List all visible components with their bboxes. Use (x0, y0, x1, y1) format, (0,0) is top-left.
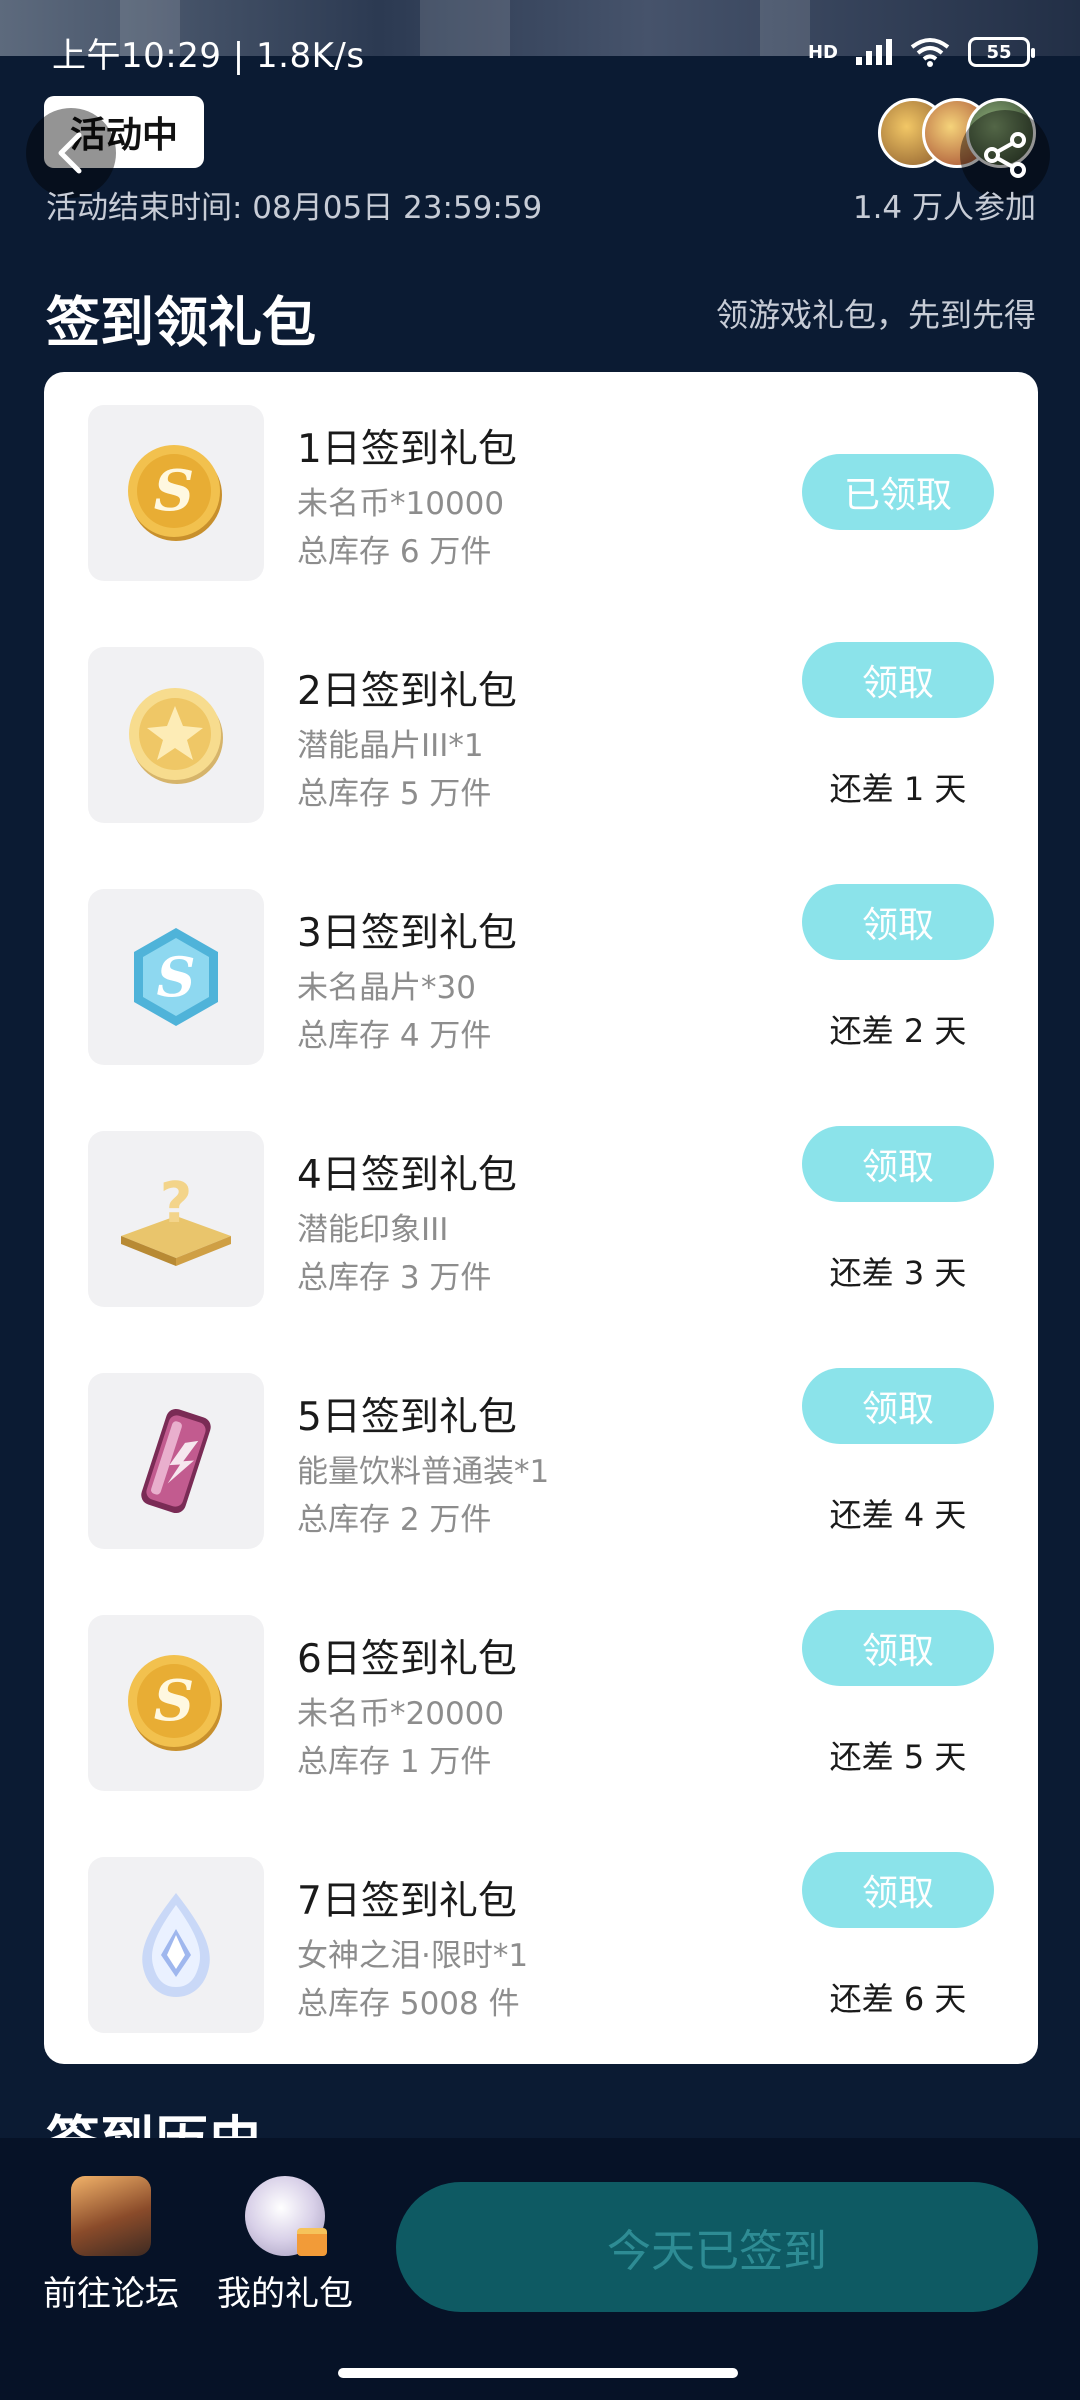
gift-thumbnail: S (88, 405, 264, 581)
gift-content: 未名币*10000 (297, 486, 505, 522)
gift-stock: 总库存 5 万件 (297, 776, 492, 812)
battery-level: 55 (986, 41, 1012, 63)
svg-text:?: ? (160, 1171, 192, 1236)
forum-avatar-icon (71, 2176, 151, 2256)
my-gifts-link[interactable]: 我的礼包 (210, 2176, 360, 2315)
gift-row: S 3日签到礼包 未名晶片*30 总库存 4 万件 领取 还差 2 天 (44, 856, 1038, 1098)
days-remaining: 还差 2 天 (829, 1012, 967, 1050)
gift-row: S 6日签到礼包 未名币*20000 总库存 1 万件 领取 还差 5 天 (44, 1582, 1038, 1824)
event-end-time: 活动结束时间: 08月05日 23:59:59 (46, 190, 543, 226)
days-remaining: 还差 1 天 (829, 770, 967, 808)
forum-link[interactable]: 前往论坛 (36, 2176, 186, 2315)
gift-row: 7日签到礼包 女神之泪·限时*1 总库存 5008 件 领取 还差 6 天 (44, 1824, 1038, 2066)
gift-name: 6日签到礼包 (297, 1637, 517, 1682)
claim-button[interactable]: 领取 (802, 1126, 994, 1202)
gold-chip-coin-icon (129, 688, 223, 784)
forum-label: 前往论坛 (43, 2274, 179, 2314)
gift-name: 5日签到礼包 (297, 1395, 517, 1440)
network-type: HD (807, 41, 838, 63)
bottom-action-bar: 前往论坛 我的礼包 今天已签到 (0, 2138, 1080, 2400)
claim-button[interactable]: 领取 (802, 642, 994, 718)
gold-s-coin-icon: S (128, 1655, 222, 1751)
section-title: 签到领礼包 (46, 291, 316, 354)
svg-text:S: S (154, 1668, 194, 1734)
gift-stock: 总库存 6 万件 (297, 534, 492, 570)
next-section-title: 签到历史 (46, 2112, 262, 2138)
gift-list-card: S 1日签到礼包 未名币*10000 总库存 6 万件 已领取 2日签到礼包 潜… (44, 372, 1038, 2064)
gift-name: 4日签到礼包 (297, 1153, 517, 1198)
gift-row: ? 4日签到礼包 潜能印象III 总库存 3 万件 领取 还差 3 天 (44, 1098, 1038, 1340)
gift-thumbnail (88, 1373, 264, 1549)
claim-button[interactable]: 领取 (802, 1368, 994, 1444)
gift-content: 未名晶片*30 (297, 970, 476, 1006)
gift-thumbnail: S (88, 1615, 264, 1791)
share-icon (984, 132, 1026, 178)
my-gifts-label: 我的礼包 (217, 2274, 353, 2314)
gold-question-tile-icon: ? (121, 1171, 231, 1266)
gift-name: 3日签到礼包 (297, 911, 517, 956)
battery-icon: 55 (968, 37, 1035, 67)
crystal-tear-icon (142, 1893, 210, 1997)
gift-row: S 1日签到礼包 未名币*10000 总库存 6 万件 已领取 (44, 372, 1038, 614)
gift-name: 2日签到礼包 (297, 669, 517, 714)
claimed-button[interactable]: 已领取 (802, 454, 994, 530)
gift-stock: 总库存 1 万件 (297, 1744, 492, 1780)
gift-name: 7日签到礼包 (297, 1879, 517, 1924)
gift-thumbnail (88, 1857, 264, 2033)
blue-hexagon-s-icon: S (134, 928, 218, 1026)
signed-in-today-button[interactable]: 今天已签到 (396, 2182, 1038, 2312)
home-indicator (338, 2368, 738, 2378)
claim-button[interactable]: 领取 (802, 1610, 994, 1686)
signal-icon (856, 39, 892, 65)
gift-stock: 总库存 5008 件 (297, 1986, 520, 2022)
days-remaining: 还差 6 天 (829, 1980, 967, 2018)
participant-count: 1.4 万人参加 (852, 190, 1036, 226)
section-subtitle: 领游戏礼包，先到先得 (715, 296, 1036, 334)
gift-content: 能量饮料普通装*1 (297, 1454, 550, 1490)
svg-text:S: S (154, 458, 194, 524)
gift-content: 未名币*20000 (297, 1696, 505, 1732)
gift-row: 5日签到礼包 能量饮料普通装*1 总库存 2 万件 领取 还差 4 天 (44, 1340, 1038, 1582)
gold-s-coin-icon: S (128, 445, 222, 541)
gift-name: 1日签到礼包 (297, 427, 517, 472)
gift-thumbnail: ? (88, 1131, 264, 1307)
claim-button[interactable]: 领取 (802, 884, 994, 960)
claim-button[interactable]: 领取 (802, 1852, 994, 1928)
status-time: 上午10:29 | 1.8K/s (52, 35, 365, 76)
gift-stock: 总库存 3 万件 (297, 1260, 492, 1296)
chevron-left-icon (58, 132, 82, 174)
gift-row: 2日签到礼包 潜能晶片III*1 总库存 5 万件 领取 还差 1 天 (44, 614, 1038, 856)
wifi-icon (910, 38, 950, 67)
days-remaining: 还差 3 天 (829, 1254, 967, 1292)
gift-avatar-icon (245, 2176, 327, 2256)
days-remaining: 还差 4 天 (829, 1496, 967, 1534)
days-remaining: 还差 5 天 (829, 1738, 967, 1776)
gift-content: 潜能晶片III*1 (297, 728, 484, 764)
gift-thumbnail (88, 647, 264, 823)
gift-content: 女神之泪·限时*1 (297, 1938, 529, 1974)
gift-thumbnail: S (88, 889, 264, 1065)
gift-stock: 总库存 2 万件 (297, 1502, 492, 1538)
svg-text:S: S (157, 945, 196, 1009)
gift-box-icon (297, 2228, 327, 2256)
gift-content: 潜能印象III (297, 1212, 449, 1248)
status-bar: 上午10:29 | 1.8K/s HD 55 (0, 30, 1080, 76)
energy-drink-can-icon (141, 1408, 211, 1514)
gift-stock: 总库存 4 万件 (297, 1018, 492, 1054)
